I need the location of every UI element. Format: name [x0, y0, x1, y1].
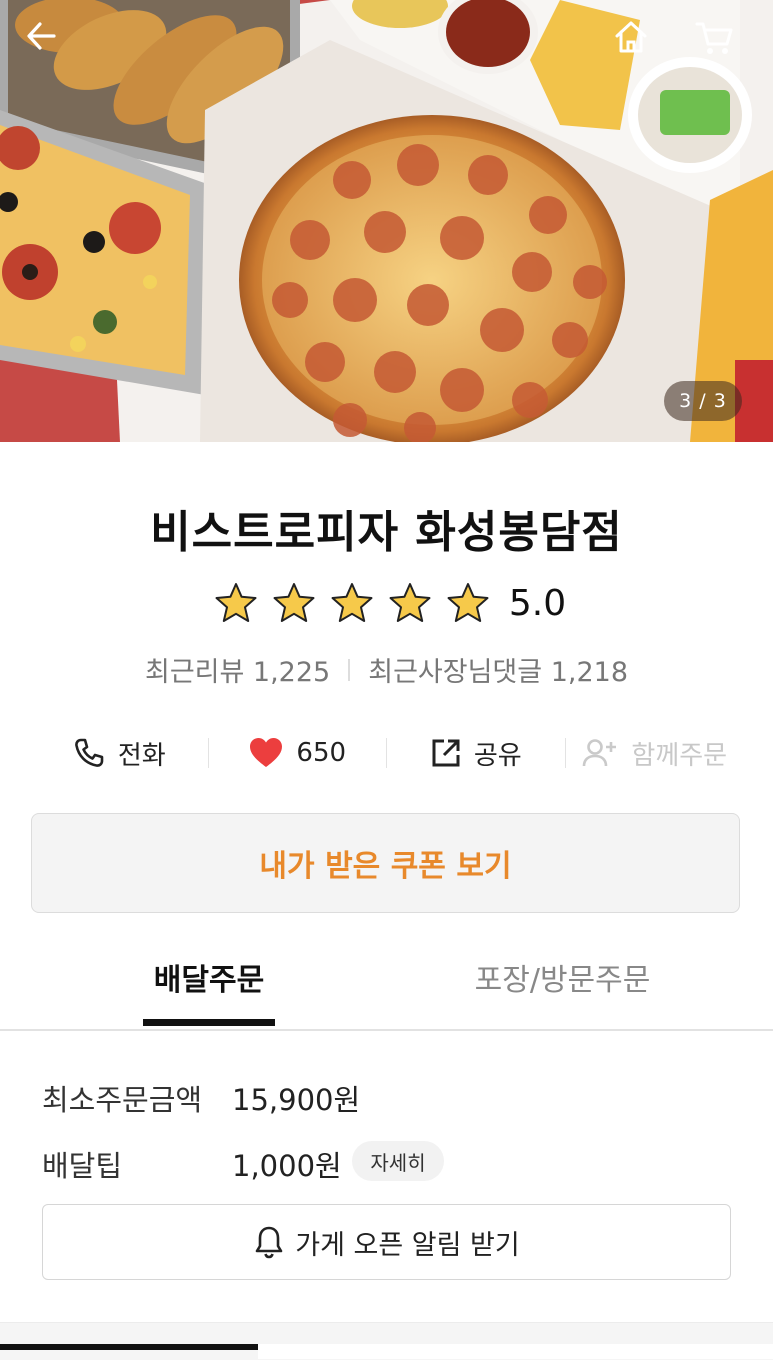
group-order-button[interactable]: 함께주문 — [566, 735, 744, 772]
tab-delivery[interactable]: 배달주문 — [143, 955, 275, 1025]
store-hero-image[interactable]: 3 / 3 — [0, 0, 773, 442]
star-icon — [215, 583, 257, 622]
rating-row[interactable]: 5.0 — [0, 575, 773, 631]
active-section-tab-indicator — [0, 1344, 258, 1350]
call-button[interactable]: 전화 — [30, 735, 208, 772]
min-order-label: 최소주문금액 — [42, 1083, 203, 1117]
rating-score: 5.0 — [508, 582, 567, 624]
open-alert-button[interactable]: 가게 오픈 알림 받기 — [42, 1204, 731, 1280]
star-icon — [447, 583, 489, 622]
store-name: 비스트로피자 화성봉담점 — [150, 507, 623, 558]
recent-reviews-count[interactable]: 최근리뷰 1,225 — [145, 650, 330, 689]
home-button[interactable] — [612, 18, 664, 70]
like-count: 650 — [296, 738, 347, 768]
owner-replies-count[interactable]: 최근사장님댓글 1,218 — [368, 650, 628, 689]
order-type-tabs: 배달주문 포장/방문주문 — [0, 955, 773, 1031]
group-order-label: 함께주문 — [631, 740, 728, 771]
add-person-icon — [583, 739, 617, 767]
min-order-value: 15,900원 — [232, 1083, 361, 1117]
delivery-tip-value: 1,000원 — [232, 1149, 342, 1183]
tab-pickup[interactable]: 포장/방문주문 — [455, 955, 670, 1025]
review-summary[interactable]: 최근리뷰 1,225 최근사장님댓글 1,218 — [0, 650, 773, 689]
bell-icon — [255, 1226, 283, 1259]
store-actions: 전화 650 공유 함께주문 — [30, 722, 743, 784]
star-icon — [331, 583, 373, 622]
call-label: 전화 — [117, 740, 166, 771]
share-label: 공유 — [473, 740, 522, 771]
divider — [348, 658, 351, 681]
image-counter: 3 / 3 — [664, 381, 742, 421]
arrow-left-icon — [27, 22, 56, 50]
cart-button[interactable] — [694, 18, 746, 70]
active-tab-indicator — [143, 1019, 275, 1026]
home-icon — [615, 21, 647, 53]
share-icon — [432, 739, 460, 767]
my-coupons-button[interactable]: 내가 받은 쿠폰 보기 — [31, 813, 740, 913]
share-button[interactable]: 공유 — [387, 735, 565, 772]
delivery-tip-label: 배달팁 — [42, 1149, 123, 1183]
open-alert-label: 가게 오픈 알림 받기 — [295, 1229, 520, 1261]
star-icon — [273, 583, 315, 622]
bottom-tab-bar — [258, 1344, 773, 1359]
like-button[interactable]: 650 — [209, 736, 387, 770]
star-icon — [389, 583, 431, 622]
delivery-tip-detail-button[interactable]: 자세히 — [352, 1141, 444, 1181]
back-button[interactable] — [24, 18, 76, 70]
cart-icon — [695, 22, 733, 54]
phone-icon — [74, 738, 104, 767]
heart-icon — [250, 738, 283, 767]
